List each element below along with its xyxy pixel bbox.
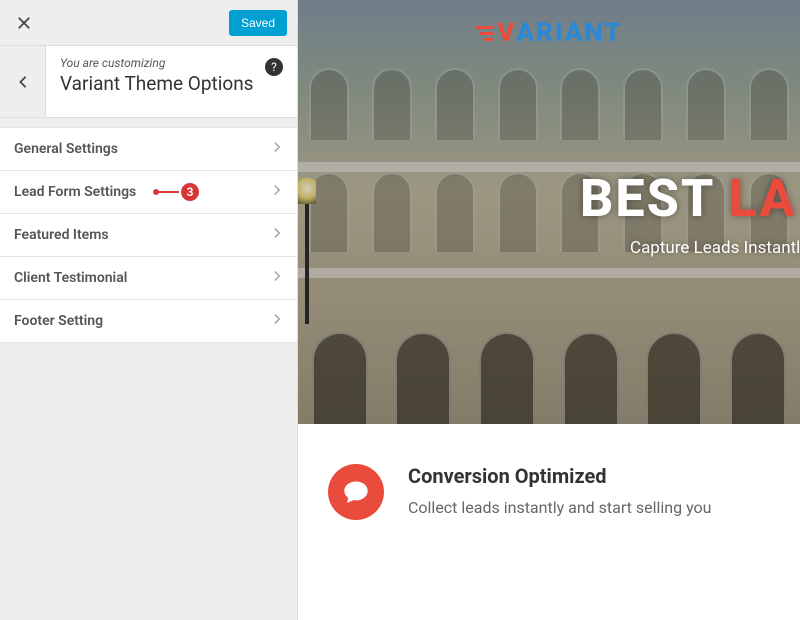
menu-item-client-testimonial[interactable]: Client Testimonial <box>0 256 297 300</box>
annotation-marker: 3 <box>153 181 201 203</box>
feature-title: Conversion Optimized <box>408 464 711 488</box>
logo-text-rest: ARIANT <box>516 18 622 48</box>
chat-icon <box>328 464 384 520</box>
hero-title: BEST LA <box>580 168 797 229</box>
chevron-right-icon <box>271 313 283 329</box>
chevron-right-icon <box>271 184 283 200</box>
chevron-right-icon <box>271 141 283 157</box>
brand-logo: VARIANT <box>475 18 622 48</box>
panel-title: Variant Theme Options <box>60 72 283 95</box>
close-button[interactable] <box>10 9 38 37</box>
hero-subtitle: Capture Leads Instantly a <box>630 238 800 258</box>
menu-item-label: General Settings <box>14 141 118 157</box>
chevron-right-icon <box>271 227 283 243</box>
feature-desc: Collect leads instantly and start sellin… <box>408 498 711 517</box>
menu-item-label: Client Testimonial <box>14 270 127 286</box>
panel-header: You are customizing Variant Theme Option… <box>0 46 297 118</box>
menu-item-lead-form-settings[interactable]: Lead Form Settings 3 <box>0 170 297 214</box>
settings-menu: General Settings Lead Form Settings 3 Fe… <box>0 128 297 343</box>
menu-item-label: Featured Items <box>14 227 109 243</box>
menu-item-footer-setting[interactable]: Footer Setting <box>0 299 297 343</box>
chevron-left-icon <box>16 75 30 89</box>
annotation-badge: 3 <box>179 181 201 203</box>
hero-section: VARIANT BEST LA Capture Leads Instantly … <box>298 0 800 424</box>
saved-button[interactable]: Saved <box>229 10 287 36</box>
chevron-right-icon <box>271 270 283 286</box>
help-icon[interactable]: ? <box>265 58 283 76</box>
close-icon <box>17 16 31 30</box>
theme-preview: VARIANT BEST LA Capture Leads Instantly … <box>298 0 800 620</box>
customizing-label: You are customizing <box>60 56 283 70</box>
feature-block: Conversion Optimized Collect leads insta… <box>298 424 800 560</box>
menu-item-general-settings[interactable]: General Settings <box>0 127 297 171</box>
menu-item-featured-items[interactable]: Featured Items <box>0 213 297 257</box>
logo-mark-icon <box>475 26 493 41</box>
menu-item-label: Lead Form Settings <box>14 184 136 200</box>
menu-item-label: Footer Setting <box>14 313 103 329</box>
customizer-topbar: Saved <box>0 0 297 46</box>
logo-text-v: V <box>497 18 516 48</box>
customizer-sidebar: Saved You are customizing Variant Theme … <box>0 0 298 620</box>
back-button[interactable] <box>0 46 46 117</box>
